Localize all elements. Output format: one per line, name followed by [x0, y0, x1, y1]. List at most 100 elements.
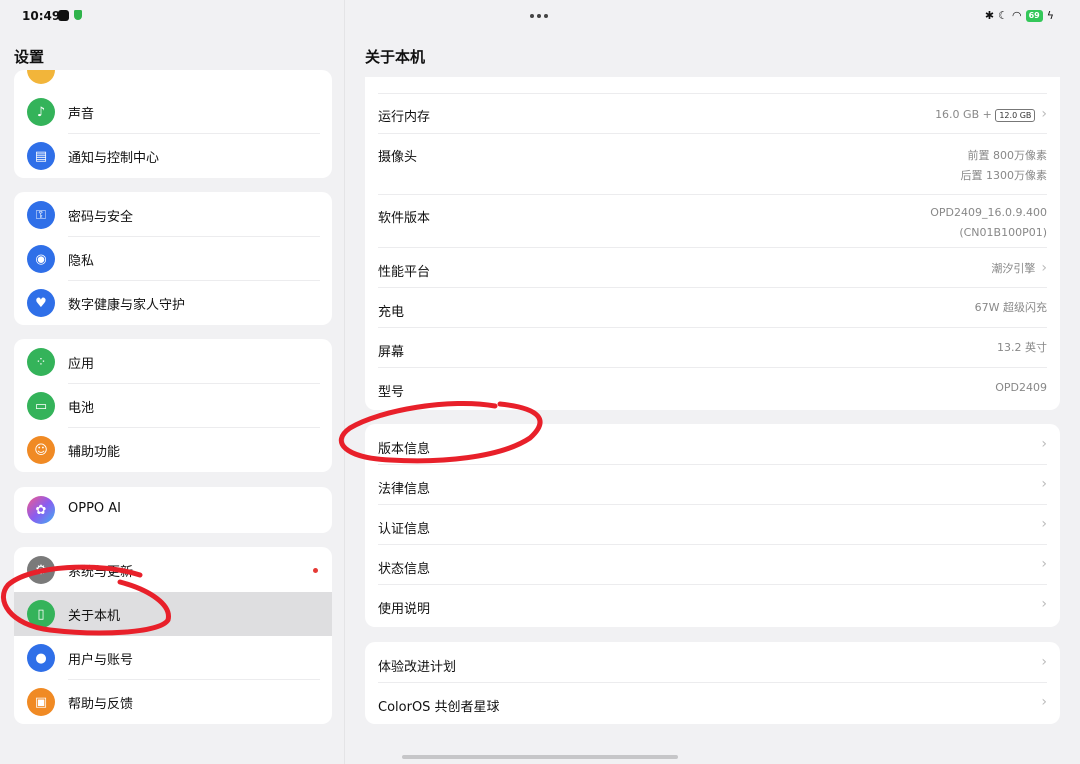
- settings-title: 设置: [14, 48, 45, 66]
- spec-row-camera: 摄像头 前置 800万像素后置 1300万像素: [365, 134, 1060, 195]
- spec-row-performance[interactable]: 性能平台 潮汐引擎 ›: [365, 248, 1060, 288]
- ram-extension-badge: 12.0 GB: [995, 108, 1036, 122]
- spec-value: 13.2 英寸: [997, 341, 1047, 354]
- chevron-right-icon: ›: [1041, 694, 1047, 710]
- chevron-right-icon: ›: [1041, 654, 1047, 670]
- gear-icon: ⚙: [27, 556, 55, 584]
- extra-label: 体验改进计划: [378, 660, 457, 675]
- sidebar-item-label: OPPO AI: [68, 501, 122, 516]
- charging-icon: ϟ: [1046, 9, 1054, 22]
- spec-label: 软件版本: [378, 211, 431, 226]
- spec-value: 前置 800万像素: [967, 149, 1048, 162]
- chevron-right-icon: ›: [1041, 516, 1047, 532]
- row-legal-info[interactable]: 法律信息 ›: [365, 465, 1060, 505]
- spec-value-secondary: (CN01B100P01): [959, 226, 1047, 239]
- spec-value: 潮汐引擎: [991, 262, 1036, 275]
- user-icon: ●: [27, 644, 55, 672]
- info-label: 认证信息: [378, 522, 431, 537]
- sidebar-item-label: 用户与账号: [68, 653, 134, 668]
- ai-icon: ✿: [27, 496, 55, 524]
- update-badge: [313, 568, 318, 573]
- key-icon: ⚿: [27, 201, 55, 229]
- spec-label: 充电: [378, 305, 405, 320]
- spec-label: 型号: [378, 385, 405, 400]
- sidebar-item-label: 数字健康与家人守护: [68, 298, 186, 313]
- sidebar-item-help-feedback[interactable]: ▣ 帮助与反馈: [14, 680, 332, 724]
- status-time: 10:49: [22, 9, 61, 23]
- sidebar-item-privacy[interactable]: ◉ 隐私: [14, 237, 332, 281]
- apps-icon: ⁘: [27, 348, 55, 376]
- accessibility-icon: ☺: [27, 436, 55, 464]
- chevron-right-icon: ›: [1041, 436, 1047, 452]
- info-label: 使用说明: [378, 602, 431, 617]
- sidebar-item-about-device[interactable]: ▯ 关于本机: [14, 592, 332, 636]
- settings-group-system: ⚙ 系统与更新 ▯ 关于本机 ● 用户与账号 ▣ 帮助与反馈: [14, 547, 332, 724]
- sidebar-item-users-accounts[interactable]: ● 用户与账号: [14, 636, 332, 680]
- help-icon: ▣: [27, 688, 55, 716]
- partial-icon: [27, 70, 55, 84]
- chevron-right-icon: ›: [1041, 556, 1047, 572]
- sidebar-item-label: 应用: [68, 357, 95, 372]
- sidebar-item-battery[interactable]: ▭ 电池: [14, 384, 332, 428]
- spec-label: 运行内存: [378, 110, 431, 125]
- phone-icon: ▯: [27, 600, 55, 628]
- sidebar-item-label: 密码与安全: [68, 210, 134, 225]
- family-icon: ♥: [27, 289, 55, 317]
- settings-group-ai: ✿ OPPO AI: [14, 487, 332, 533]
- spec-row-software-version: 软件版本 OPD2409_16.0.9.400 (CN01B100P01): [365, 195, 1060, 248]
- sidebar-item-label: 帮助与反馈: [68, 697, 134, 712]
- sidebar-item-system-update[interactable]: ⚙ 系统与更新: [14, 548, 332, 592]
- row-version-info[interactable]: 版本信息 ›: [365, 425, 1060, 465]
- chevron-right-icon: ›: [1041, 260, 1047, 276]
- info-label: 状态信息: [378, 562, 431, 577]
- sidebar-item-accessibility[interactable]: ☺ 辅助功能: [14, 428, 332, 472]
- row-status-info[interactable]: 状态信息 ›: [365, 545, 1060, 585]
- settings-group-apps: ⁘ 应用 ▭ 电池 ☺ 辅助功能: [14, 339, 332, 472]
- spec-value: 67W 超级闪充: [974, 301, 1047, 314]
- spec-value-secondary: 后置 1300万像素: [960, 169, 1048, 182]
- row-user-guide[interactable]: 使用说明 ›: [365, 585, 1060, 627]
- status-bar: 10:49 ✱ ☾ ◠ 69 ϟ: [0, 0, 1080, 34]
- sidebar-item-digital-wellbeing[interactable]: ♥ 数字健康与家人守护: [14, 281, 332, 325]
- sidebar-item-notifications[interactable]: ▤ 通知与控制中心: [14, 134, 332, 178]
- extra-card: 体验改进计划 › ColorOS 共创者星球 ›: [365, 642, 1060, 724]
- spec-value: OPD2409_16.0.9.400: [930, 206, 1047, 219]
- row-experience-program[interactable]: 体验改进计划 ›: [365, 643, 1060, 683]
- sidebar-item-password[interactable]: ⚿ 密码与安全: [14, 193, 332, 237]
- sidebar-item-label: 隐私: [68, 254, 95, 269]
- spec-label: 性能平台: [378, 265, 431, 280]
- status-icons: ✱ ☾ ◠ 69 ϟ: [985, 9, 1054, 22]
- spec-card: 运行内存 16.0 GB + 12.0 GB › 摄像头 前置 800万像素后置 …: [365, 77, 1060, 410]
- info-card: 版本信息 › 法律信息 › 认证信息 › 状态信息 › 使用说明 ›: [365, 424, 1060, 627]
- battery-icon: ▭: [27, 392, 55, 420]
- chevron-right-icon: ›: [1041, 106, 1047, 122]
- info-label: 法律信息: [378, 482, 431, 497]
- sidebar-item-oppo-ai[interactable]: ✿ OPPO AI: [14, 488, 332, 532]
- settings-group-sound: ♪ 声音 ▤ 通知与控制中心: [14, 70, 332, 178]
- spec-row-model: 型号 OPD2409: [365, 368, 1060, 410]
- sidebar-item-label: 关于本机: [68, 609, 121, 624]
- spec-label: 摄像头: [378, 150, 418, 165]
- home-indicator[interactable]: [402, 755, 678, 759]
- sidebar-item-apps[interactable]: ⁘ 应用: [14, 340, 332, 384]
- spec-row-charging: 充电 67W 超级闪充: [365, 288, 1060, 328]
- sidebar-item-sound[interactable]: ♪ 声音: [14, 90, 332, 134]
- row-certification-info[interactable]: 认证信息 ›: [365, 505, 1060, 545]
- privacy-icon: ◉: [27, 245, 55, 273]
- spec-value: OPD2409: [995, 381, 1047, 394]
- speaker-icon: ♪: [27, 98, 55, 126]
- wifi-icon: ◠: [1011, 9, 1022, 22]
- page-title: 关于本机: [365, 48, 426, 66]
- extra-label: ColorOS 共创者星球: [378, 700, 500, 715]
- multitask-dots-icon[interactable]: [530, 14, 548, 18]
- spec-value: 16.0 GB +: [935, 108, 992, 121]
- spec-row-screen: 屏幕 13.2 英寸: [365, 328, 1060, 368]
- info-label: 版本信息: [378, 442, 431, 457]
- chevron-right-icon: ›: [1041, 596, 1047, 612]
- settings-group-security: ⚿ 密码与安全 ◉ 隐私 ♥ 数字健康与家人守护: [14, 192, 332, 325]
- row-coloros-cocreator[interactable]: ColorOS 共创者星球 ›: [365, 683, 1060, 724]
- sidebar-item-label: 通知与控制中心: [68, 151, 160, 166]
- battery-level: 69: [1025, 9, 1043, 22]
- spec-row-ram[interactable]: 运行内存 16.0 GB + 12.0 GB ›: [365, 94, 1060, 134]
- sidebar-item-label: 声音: [68, 107, 95, 122]
